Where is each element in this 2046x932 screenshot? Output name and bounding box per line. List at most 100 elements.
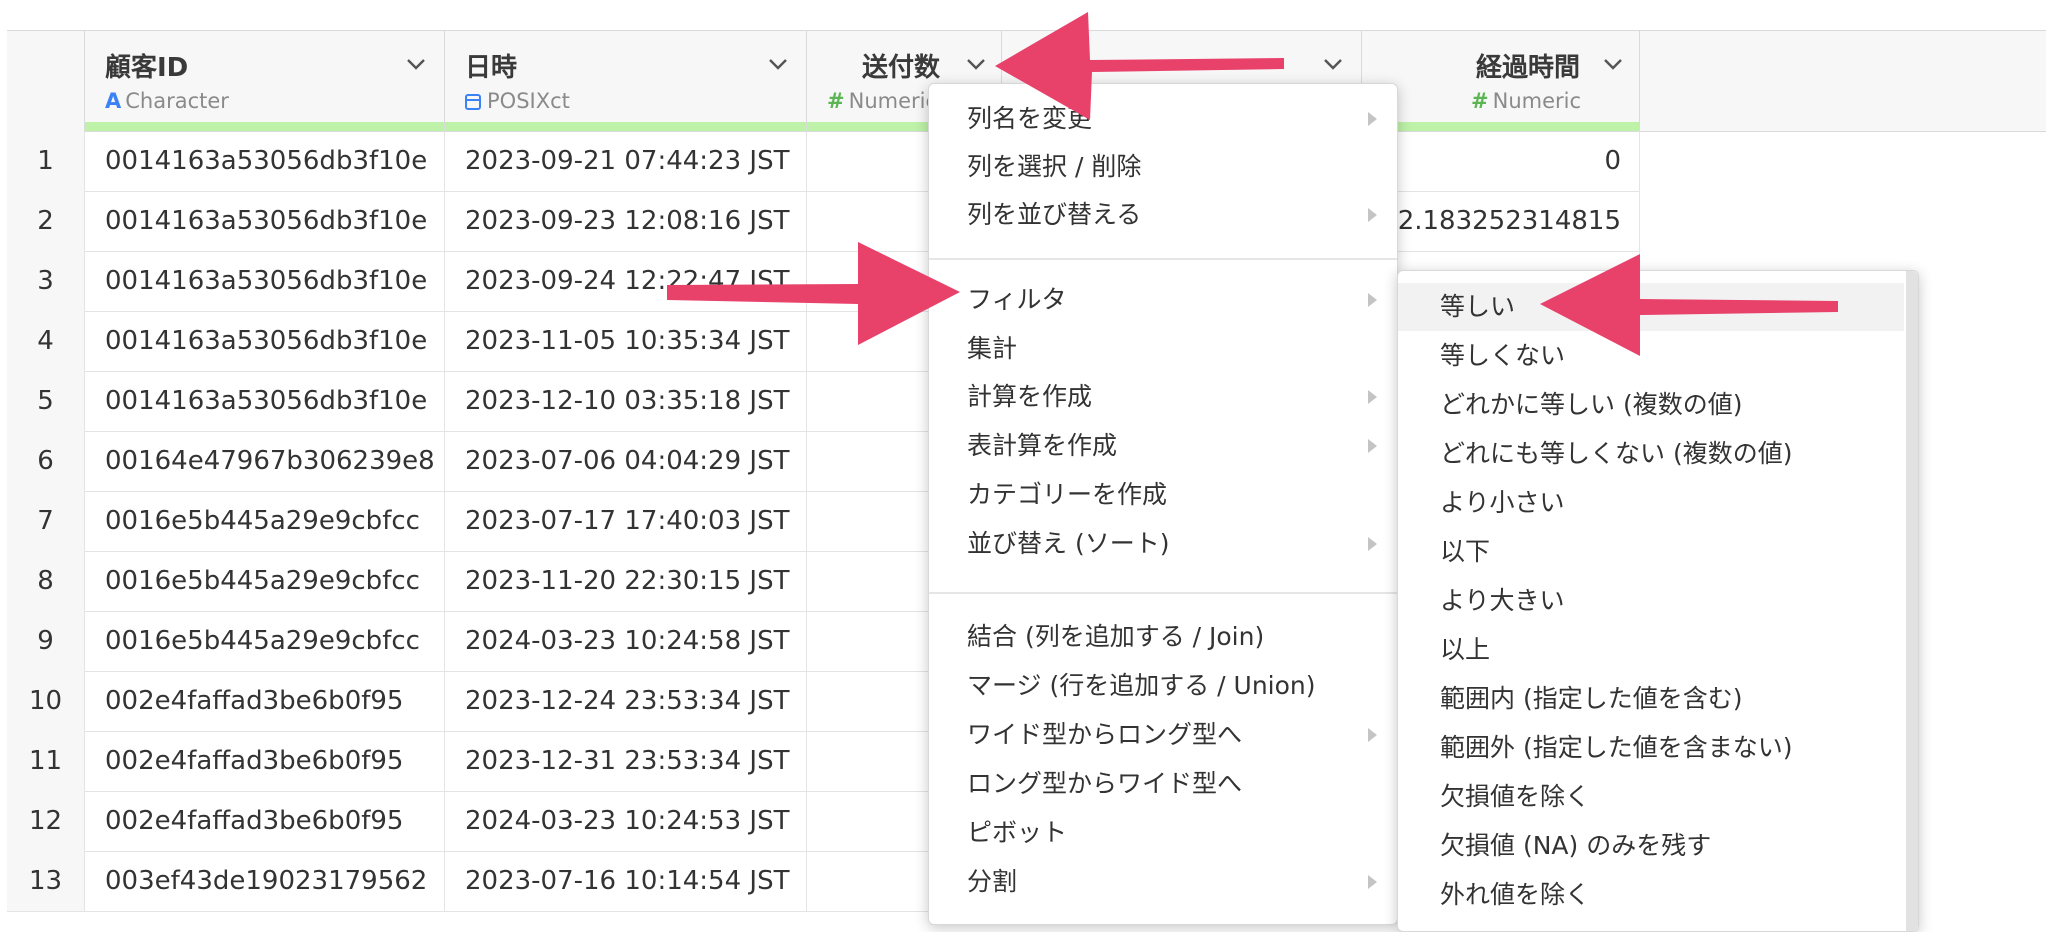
row-index: 2 [7,191,85,251]
menu-item-sort[interactable]: 並び替え (ソート) [929,521,1397,567]
menu-item-reorder[interactable]: 列を並び替える [929,192,1397,238]
menu-item-select-delete[interactable]: 列を選択 / 削除 [929,144,1397,190]
submenu-arrow-icon [1368,390,1377,404]
row-index: 8 [7,551,85,611]
menu-item-rename[interactable]: 列名を変更 [929,96,1397,142]
row-index: 6 [7,431,85,491]
menu-item-wide-to-long[interactable]: ワイド型からロング型へ [929,712,1397,758]
cell-customer-id: 0016e5b445a29e9cbfcc [85,611,445,671]
menu-item-split[interactable]: 分割 [929,859,1397,905]
cell-datetime: 2023-12-31 23:53:34 JST [445,731,807,791]
chevron-down-icon[interactable] [965,53,987,75]
cell-customer-id: 002e4faffad3be6b0f95 [85,731,445,791]
menu-item-join[interactable]: 結合 (列を追加する / Join) [929,614,1397,660]
character-type-icon: A [105,89,122,113]
row-index: 1 [7,131,85,191]
cell-customer-id: 0014163a53056db3f10e [85,311,445,371]
submenu-arrow-icon [1368,439,1377,453]
submenu-arrow-icon [1368,293,1377,307]
top-bar [0,0,2046,30]
filter-between[interactable]: 範囲内 (指定した値を含む) [1398,675,1904,723]
column-name: 日時 [465,53,518,83]
column-type: # Numeric [1471,89,1582,113]
menu-separator [929,592,1397,594]
row-index: 13 [7,851,85,911]
submenu-arrow-icon [1368,112,1377,126]
cell-datetime: 2024-03-23 10:24:53 JST [445,791,807,851]
row-index: 9 [7,611,85,671]
cell-customer-id: 0014163a53056db3f10e [85,371,445,431]
data-quality-bar [1362,122,1639,131]
column-header-customer-id[interactable]: 顧客ID A Character [85,31,445,131]
filter-less-or-equal[interactable]: 以下 [1398,528,1904,576]
row-index: 12 [7,791,85,851]
data-quality-bar [445,122,806,131]
submenu-arrow-icon [1368,728,1377,742]
cell-customer-id: 0014163a53056db3f10e [85,251,445,311]
column-type: POSIXct [465,89,570,113]
column-header-datetime[interactable]: 日時 POSIXct [445,31,807,131]
menu-item-filter[interactable]: フィルタ [929,277,1397,323]
cell-datetime: 2023-07-16 10:14:54 JST [445,851,807,911]
filter-greater-or-equal[interactable]: 以上 [1398,626,1904,674]
cell-elapsed: 2.183252314815 [1362,191,1640,251]
cell-elapsed: 0 [1362,131,1640,191]
chevron-down-icon[interactable] [1322,53,1344,75]
filter-greater-than[interactable]: より大きい [1398,577,1904,625]
filter-remove-outliers[interactable]: 外れ値を除く [1398,871,1904,919]
menu-item-create-calculation[interactable]: 計算を作成 [929,374,1397,420]
menu-item-summarize[interactable]: 集計 [929,326,1397,372]
row-index: 10 [7,671,85,731]
row-index: 4 [7,311,85,371]
filter-not-between[interactable]: 範囲外 (指定した値を含まない) [1398,724,1904,772]
cell-datetime: 2023-09-24 12:22:47 JST [445,251,807,311]
column-name: 経過時間 [1476,53,1581,83]
column-type: A Character [105,89,229,113]
cell-customer-id: 0014163a53056db3f10e [85,191,445,251]
menu-item-pivot[interactable]: ピボット [929,810,1397,856]
filter-not-in-values[interactable]: どれにも等しくない (複数の値) [1398,430,1904,478]
row-index: 5 [7,371,85,431]
submenu-arrow-icon [1368,875,1377,889]
cell-customer-id: 002e4faffad3be6b0f95 [85,791,445,851]
submenu-arrow-icon [1368,208,1377,222]
filter-less-than[interactable]: より小さい [1398,479,1904,527]
cell-customer-id: 00164e47967b306239e8 [85,431,445,491]
calendar-icon [465,94,481,110]
column-context-menu: 列名を変更 列を選択 / 削除 列を並び替える フィルタ 集計 計算を作成 表計… [928,83,1398,925]
menu-item-table-calculation[interactable]: 表計算を作成 [929,423,1397,469]
menu-item-long-to-wide[interactable]: ロング型からワイド型へ [929,761,1397,807]
cell-datetime: 2023-09-21 07:44:23 JST [445,131,807,191]
row-index: 11 [7,731,85,791]
menu-item-create-category[interactable]: カテゴリーを作成 [929,472,1397,518]
cell-datetime: 2023-11-05 10:35:34 JST [445,311,807,371]
cell-customer-id: 0016e5b445a29e9cbfcc [85,491,445,551]
column-header-elapsed[interactable]: 経過時間 # Numeric [1362,31,1640,131]
chevron-down-icon[interactable] [767,53,789,75]
cell-datetime: 2023-12-10 03:35:18 JST [445,371,807,431]
scrollbar[interactable] [1906,271,1918,931]
filter-keep-na[interactable]: 欠損値 (NA) のみを残す [1398,822,1904,870]
cell-customer-id: 002e4faffad3be6b0f95 [85,671,445,731]
filter-equals[interactable]: 等しい [1398,283,1904,331]
column-name: 送付数 [862,53,941,83]
chevron-down-icon[interactable] [405,53,427,75]
cell-customer-id: 003ef43de19023179562 [85,851,445,911]
menu-separator [929,258,1397,260]
cell-customer-id: 0016e5b445a29e9cbfcc [85,551,445,611]
cell-datetime: 2023-07-06 04:04:29 JST [445,431,807,491]
row-index: 3 [7,251,85,311]
numeric-type-icon: # [827,89,845,113]
column-name: 顧客ID [105,53,189,83]
cell-datetime: 2023-07-17 17:40:03 JST [445,491,807,551]
cell-datetime: 2023-11-20 22:30:15 JST [445,551,807,611]
numeric-type-icon: # [1471,89,1489,113]
filter-remove-na[interactable]: 欠損値を除く [1398,773,1904,821]
chevron-down-icon[interactable] [1602,53,1624,75]
filter-not-equals[interactable]: 等しくない [1398,332,1904,380]
row-index-header [7,31,85,131]
cell-datetime: 2023-12-24 23:53:34 JST [445,671,807,731]
cell-datetime: 2024-03-23 10:24:58 JST [445,611,807,671]
filter-in-values[interactable]: どれかに等しい (複数の値) [1398,381,1904,429]
menu-item-union[interactable]: マージ (行を追加する / Union) [929,663,1397,709]
